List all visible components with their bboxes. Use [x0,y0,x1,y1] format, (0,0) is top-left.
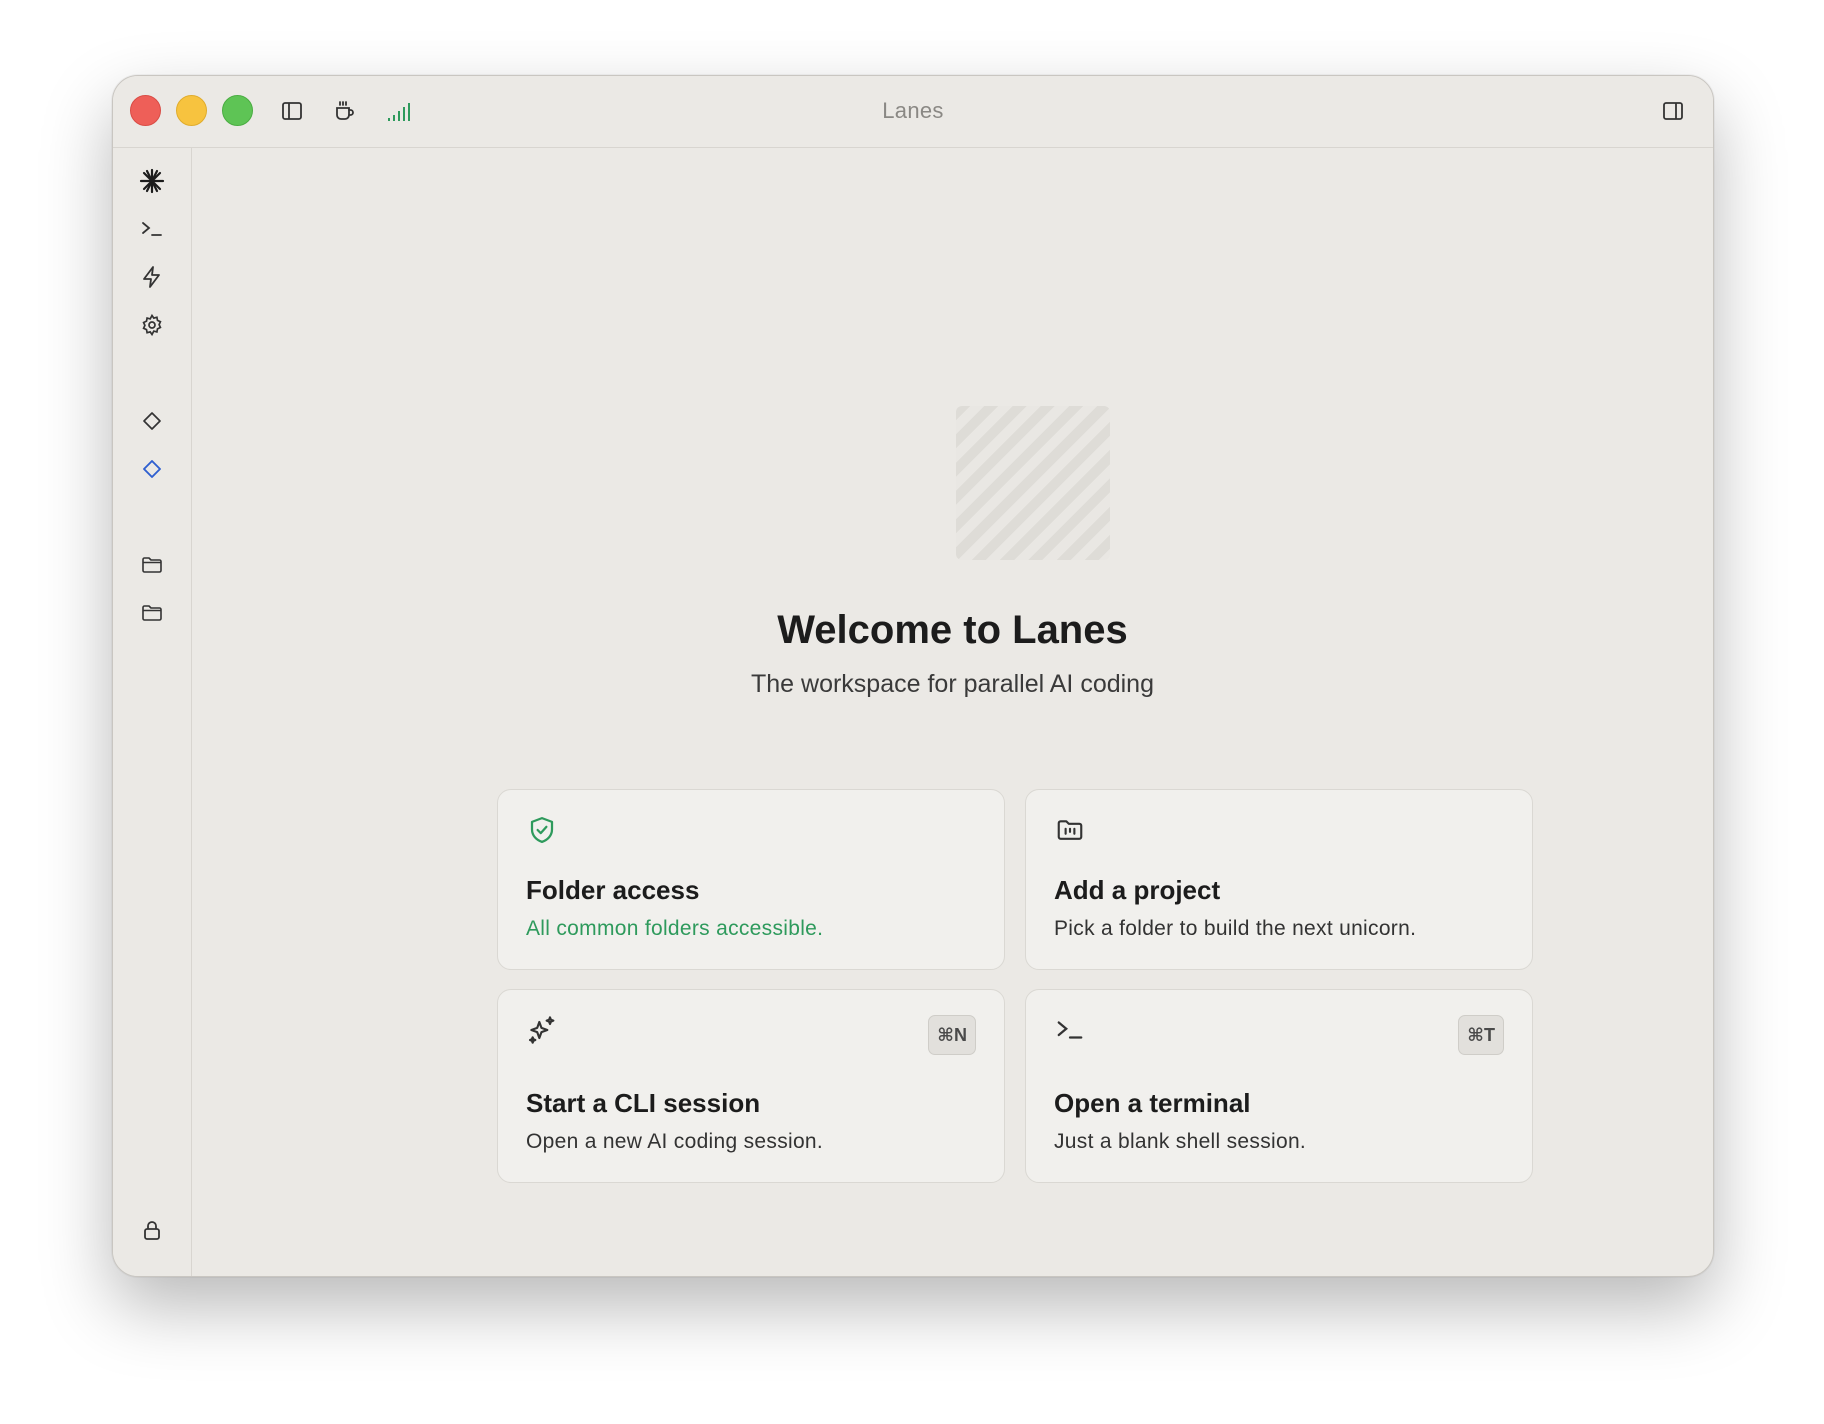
shortcut-badge: ⌘N [928,1015,976,1055]
shield-check-icon [526,814,558,846]
shortcut-badge: ⌘T [1458,1015,1504,1055]
gear-icon[interactable] [137,310,167,340]
sidebar [113,148,192,1276]
folder-access-card[interactable]: Folder access All common folders accessi… [497,789,1005,970]
card-title: Open a terminal [1054,1088,1251,1118]
asterisk-icon[interactable] [137,166,167,196]
terminal-prompt-icon[interactable] [137,214,167,244]
diamond-icon-active[interactable] [137,454,167,484]
card-description: Just a blank shell session. [1054,1130,1307,1153]
welcome-subtitle: The workspace for parallel AI coding [751,670,1154,698]
lightning-icon[interactable] [137,262,167,292]
app-window: Lanes Welcome to Lanes The workspace for… [112,75,1714,1277]
card-title: Folder access [526,875,700,905]
welcome-title: Welcome to Lanes [777,608,1128,652]
card-description: All common folders accessible. [526,917,824,940]
card-title: Start a CLI session [526,1088,761,1118]
sparkles-icon [526,1014,558,1046]
card-description: Pick a folder to build the next unicorn. [1054,917,1417,940]
add-project-card[interactable]: Add a project Pick a folder to build the… [1025,789,1533,970]
right-panel-toggle-icon[interactable] [1659,97,1687,125]
title-bar: Lanes [113,76,1713,148]
folder-project-icon [1054,814,1086,846]
lock-icon[interactable] [137,1215,167,1245]
logo-placeholder [956,406,1110,560]
start-cli-session-card[interactable]: ⌘N Start a CLI session Open a new AI cod… [497,989,1005,1183]
folder-icon[interactable] [137,550,167,580]
open-terminal-card[interactable]: ⌘T Open a terminal Just a blank shell se… [1025,989,1533,1183]
card-description: Open a new AI coding session. [526,1130,824,1153]
folder-icon[interactable] [137,598,167,628]
diamond-icon[interactable] [137,406,167,436]
window-title: Lanes [882,98,944,123]
card-title: Add a project [1054,875,1221,905]
main-content: Welcome to Lanes The workspace for paral… [192,148,1713,1276]
terminal-prompt-icon [1054,1014,1086,1046]
